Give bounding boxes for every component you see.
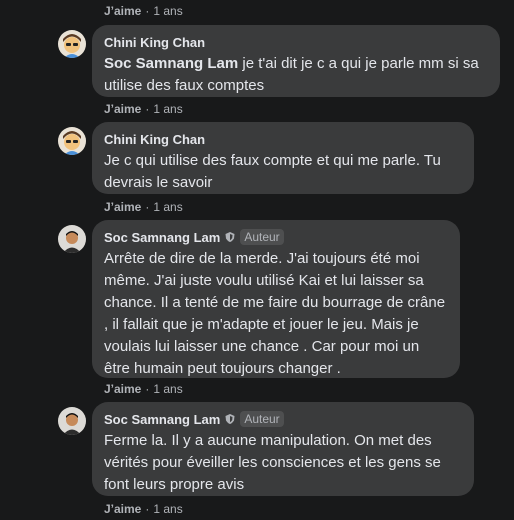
separator-dot: · xyxy=(145,102,150,116)
like-button[interactable]: J’aime xyxy=(104,502,141,516)
comment-time[interactable]: 1 ans xyxy=(153,382,182,396)
avatar-image xyxy=(58,30,86,58)
like-button[interactable]: J’aime xyxy=(104,200,141,214)
comment-meta: J’aime · 1 ans xyxy=(104,501,183,517)
comment-text: Arrête de dire de la merde. J'ai toujour… xyxy=(104,250,446,377)
like-button[interactable]: J’aime xyxy=(104,382,141,396)
separator-dot: · xyxy=(145,502,150,516)
comment-text: Je c qui utilise des faux compte et qui … xyxy=(104,152,441,191)
comment-author[interactable]: Soc Samnang Lam xyxy=(104,412,220,427)
avatar-image xyxy=(58,407,86,435)
avatar[interactable] xyxy=(58,225,86,253)
shield-icon xyxy=(225,232,235,242)
comment-author[interactable]: Chini King Chan xyxy=(104,132,205,147)
comment-time[interactable]: 1 ans xyxy=(153,502,182,516)
comment-text: Ferme la. Il y a aucune manipulation. On… xyxy=(104,432,441,493)
comment-meta: J’aime · 1 ans xyxy=(104,101,183,117)
comment-bubble: Chini King Chan Soc Samnang Lam je t'ai … xyxy=(92,25,500,97)
comment-meta: J’aime · 1 ans xyxy=(104,3,183,19)
shield-icon xyxy=(225,414,235,424)
comment-time[interactable]: 1 ans xyxy=(153,4,182,18)
author-badge: Auteur xyxy=(240,229,284,245)
separator-dot: · xyxy=(145,200,150,214)
like-button[interactable]: J’aime xyxy=(104,4,141,18)
avatar-image xyxy=(58,225,86,253)
comment-bubble: Soc Samnang Lam Auteur Arrête de dire de… xyxy=(92,220,460,378)
separator-dot: · xyxy=(145,4,150,18)
comment-meta: J’aime · 1 ans xyxy=(104,199,183,215)
comment-meta: J’aime · 1 ans xyxy=(104,381,183,397)
avatar[interactable] xyxy=(58,407,86,435)
comment-text: Soc Samnang Lam je t'ai dit je c a qui j… xyxy=(104,53,488,97)
comment-time[interactable]: 1 ans xyxy=(153,102,182,116)
avatar[interactable] xyxy=(58,30,86,58)
avatar[interactable] xyxy=(58,127,86,155)
comment-author[interactable]: Chini King Chan xyxy=(104,35,205,50)
mention-link[interactable]: Soc Samnang Lam xyxy=(104,55,238,72)
comment-bubble: Chini King Chan Je c qui utilise des fau… xyxy=(92,122,474,194)
separator-dot: · xyxy=(145,382,150,396)
comment-time[interactable]: 1 ans xyxy=(153,200,182,214)
author-badge: Auteur xyxy=(240,411,284,427)
like-button[interactable]: J’aime xyxy=(104,102,141,116)
comment-bubble: Soc Samnang Lam Auteur Ferme la. Il y a … xyxy=(92,402,474,496)
avatar-image xyxy=(58,127,86,155)
comment-author[interactable]: Soc Samnang Lam xyxy=(104,230,220,245)
